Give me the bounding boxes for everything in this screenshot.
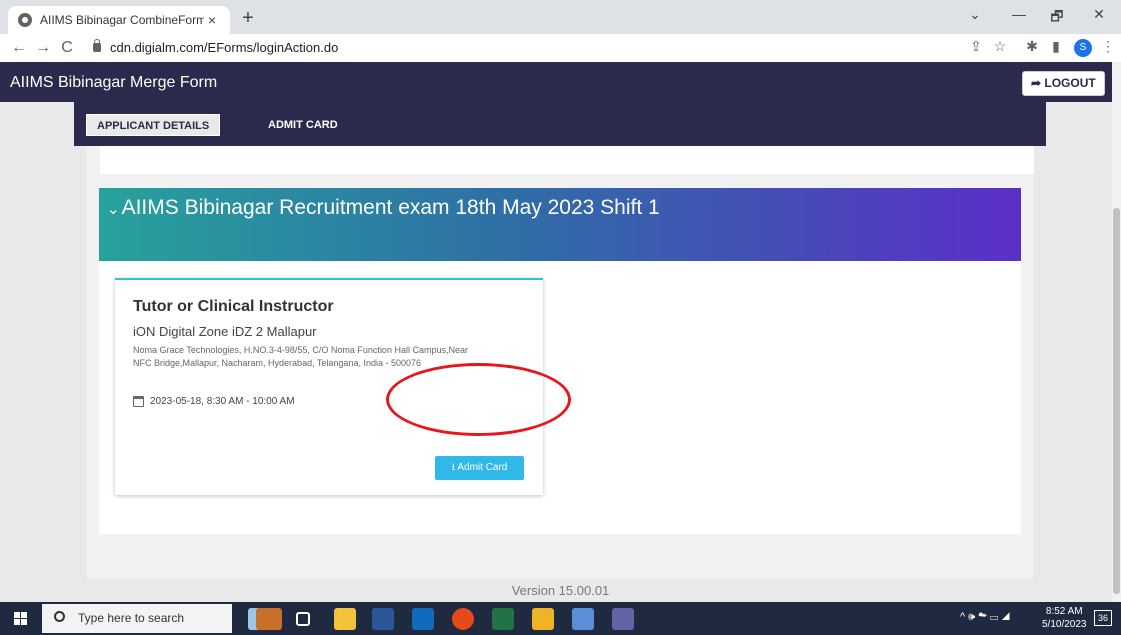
reload-button[interactable]: C — [56, 37, 78, 59]
tab-title: AIIMS Bibinagar CombineForm — [40, 13, 204, 27]
exam-schedule: 2023-05-18, 8:30 AM - 10:00 AM — [133, 396, 295, 407]
app-header: AIIMS Bibinagar Merge Form ➦ LOGOUT — [0, 62, 1112, 102]
details-strip — [100, 146, 1034, 174]
tab-admit-card[interactable]: ADMIT CARD — [258, 114, 348, 136]
bookmark-star-icon[interactable]: ☆ — [990, 38, 1010, 55]
task-view-icon[interactable] — [296, 612, 310, 626]
calendar-icon — [133, 396, 144, 407]
chevron-down-icon[interactable]: ⌄ — [107, 201, 120, 218]
exam-card: ⌄AIIMS Bibinagar Recruitment exam 18th M… — [99, 188, 1021, 534]
tab-search-icon[interactable]: ⌄ — [960, 6, 990, 23]
system-tray-icons[interactable]: ^ 🕪 ☁ ▭ ◢ — [960, 611, 1010, 624]
schedule-text: 2023-05-18, 8:30 AM - 10:00 AM — [150, 396, 295, 407]
app-icon[interactable] — [572, 608, 594, 630]
share-icon[interactable]: ⇪ — [966, 38, 986, 55]
side-panel-icon[interactable]: ▮ — [1046, 38, 1066, 55]
outlook-icon[interactable] — [412, 608, 434, 630]
sticky-notes-icon[interactable] — [532, 608, 554, 630]
file-explorer-icon[interactable] — [334, 608, 356, 630]
scrollbar-thumb[interactable] — [1113, 208, 1120, 594]
teams-icon[interactable] — [612, 608, 634, 630]
forward-button[interactable]: → — [32, 37, 54, 59]
tab-applicant-details[interactable]: APPLICANT DETAILS — [86, 114, 221, 136]
admit-card-download-button[interactable]: ⭳ Admit Card — [435, 456, 524, 480]
logout-button[interactable]: ➦ LOGOUT — [1022, 71, 1105, 96]
exam-banner[interactable]: ⌄AIIMS Bibinagar Recruitment exam 18th M… — [99, 188, 1021, 261]
exam-title-row: ⌄AIIMS Bibinagar Recruitment exam 18th M… — [107, 196, 660, 220]
windows-start-icon[interactable] — [14, 612, 27, 625]
profile-avatar[interactable]: S — [1074, 39, 1092, 57]
post-title: Tutor or Clinical Instructor — [133, 298, 334, 315]
address-bar[interactable]: cdn.digialm.com/EForms/loginAction.do — [110, 40, 338, 55]
chrome-icon[interactable] — [452, 608, 474, 630]
venue-name: iON Digital Zone iDZ 2 Mallapur — [133, 324, 317, 339]
briefcase-icon[interactable] — [256, 608, 282, 630]
back-button[interactable]: ← — [8, 37, 30, 59]
close-window-button[interactable]: ✕ — [1084, 6, 1114, 23]
lock-icon[interactable] — [93, 39, 101, 52]
red-highlight-circle — [386, 363, 571, 436]
excel-icon[interactable] — [492, 608, 514, 630]
tab-close-icon[interactable]: × — [204, 12, 220, 28]
venue-address: Noma Grace Technologies, H.NO.3-4-98/55,… — [133, 345, 468, 368]
word-icon[interactable] — [372, 608, 394, 630]
version-text: Version 15.00.01 — [511, 583, 610, 598]
sub-navigation: APPLICANT DETAILS ADMIT CARD — [74, 102, 1046, 146]
notification-center-icon[interactable]: 36 — [1094, 610, 1112, 626]
page-scrollbar[interactable] — [1112, 62, 1121, 602]
search-icon — [54, 611, 65, 622]
clock-date: 5/10/2023 — [1042, 619, 1087, 630]
page-title: AIIMS Bibinagar Merge Form — [10, 74, 218, 91]
browser-tab-strip: AIIMS Bibinagar CombineForm × + ⌄ — 🗗 ✕ — [0, 0, 1121, 34]
globe-icon — [18, 13, 32, 27]
new-tab-button[interactable]: + — [236, 6, 260, 30]
menu-kebab-icon[interactable]: ⋮ — [1098, 38, 1118, 55]
windows-taskbar: Type here to search ^ 🕪 ☁ ▭ ◢ 8:52 AM 5/… — [0, 602, 1121, 635]
page-content: AIIMS Bibinagar Merge Form ➦ LOGOUT APPL… — [0, 62, 1121, 602]
minimize-button[interactable]: — — [1004, 6, 1034, 22]
search-placeholder: Type here to search — [78, 611, 185, 625]
extensions-icon[interactable]: ✱ — [1022, 38, 1042, 55]
browser-toolbar: ← → C cdn.digialm.com/EForms/loginAction… — [0, 34, 1121, 62]
clock-time: 8:52 AM — [1045, 606, 1083, 617]
exam-title: AIIMS Bibinagar Recruitment exam 18th Ma… — [121, 196, 660, 219]
browser-tab[interactable]: AIIMS Bibinagar CombineForm × — [8, 6, 230, 34]
restore-button[interactable]: 🗗 — [1042, 6, 1072, 30]
taskbar-clock[interactable]: 8:52 AM 5/10/2023 — [1042, 605, 1087, 631]
taskbar-search-input[interactable]: Type here to search — [42, 604, 232, 633]
